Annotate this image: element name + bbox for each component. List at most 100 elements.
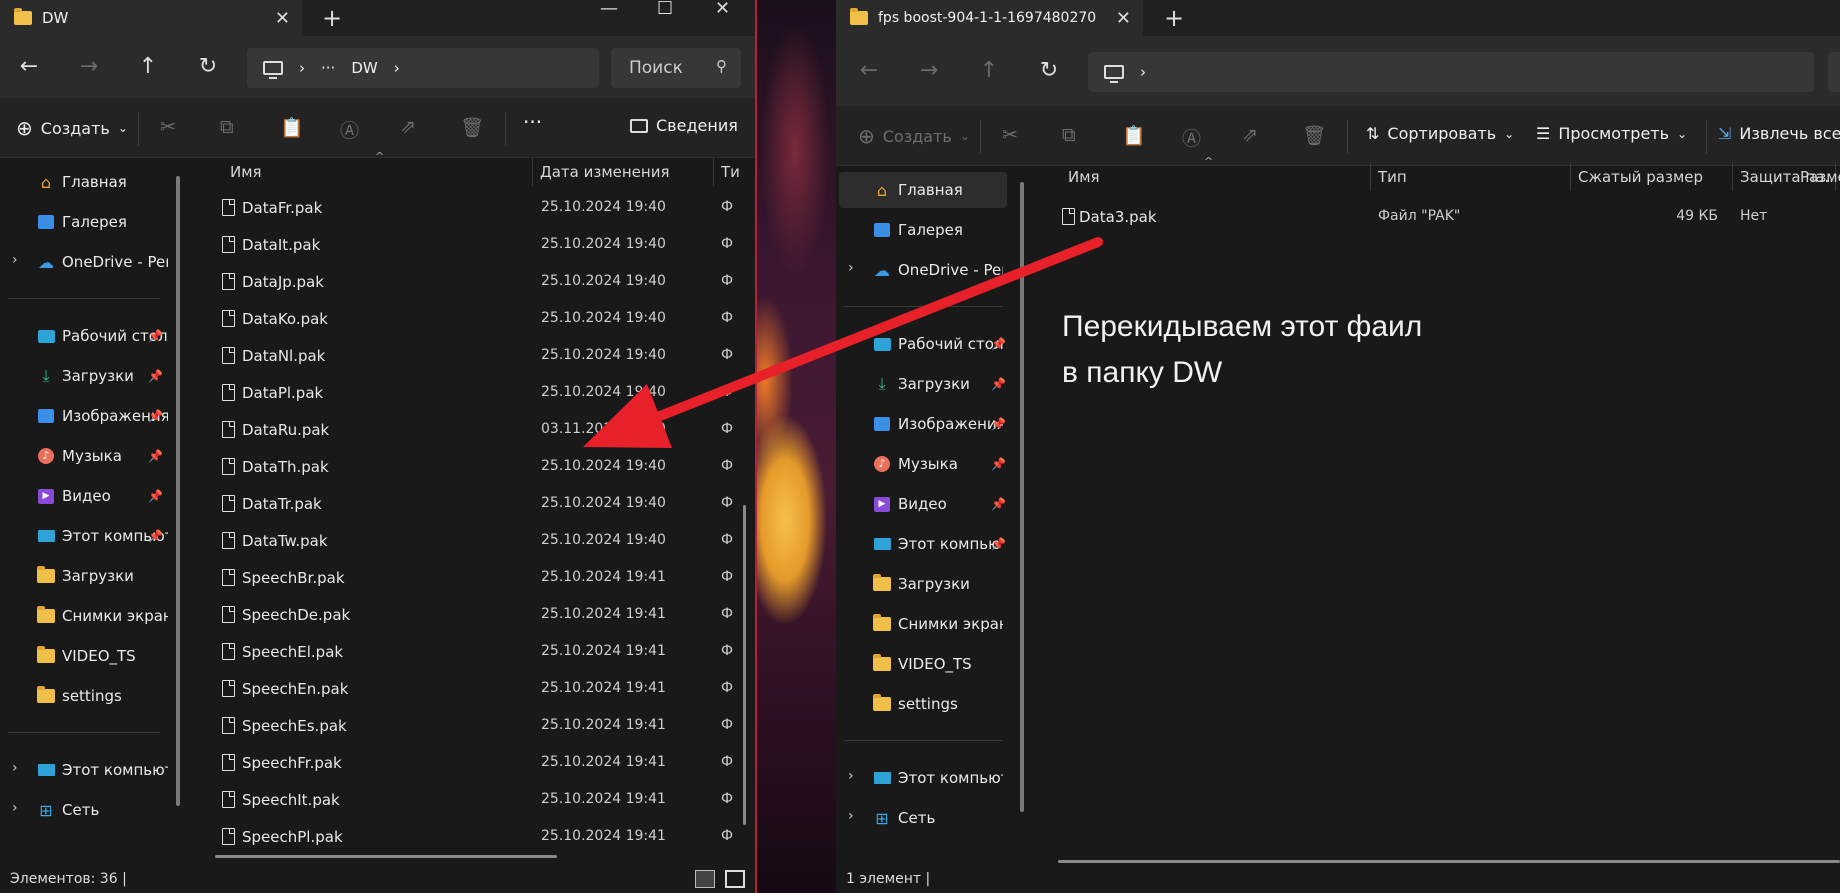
view-button[interactable]: ☰ Просмотреть ⌄ (1536, 124, 1687, 143)
nav-item[interactable]: settings (0, 678, 168, 714)
table-row[interactable]: SpeechIt.pak 25.10.2024 19:41 Ф (192, 782, 755, 819)
table-row[interactable]: DataRu.pak 03.11.2024 19:09 Ф (192, 412, 755, 449)
column-name[interactable]: Имя (1068, 159, 1328, 195)
expand-chevron-icon[interactable]: › (848, 260, 854, 276)
table-row[interactable]: DataPl.pak 25.10.2024 19:40 Ф (192, 375, 755, 412)
nav-item[interactable]: ▶ Видео (836, 486, 1011, 522)
cut-icon[interactable]: ✂ (1002, 124, 1018, 146)
copy-icon[interactable]: ⧉ (220, 116, 234, 138)
nav-item[interactable]: settings (836, 686, 1011, 722)
close-tab-icon[interactable]: ✕ (275, 8, 290, 29)
table-row[interactable]: DataJp.pak 25.10.2024 19:40 Ф (192, 264, 755, 301)
column-type[interactable]: Тип (1378, 159, 1558, 195)
refresh-button[interactable]: ↻ (193, 54, 223, 79)
create-button[interactable]: ⊕ Создать ⌄ (16, 116, 128, 140)
refresh-button[interactable]: ↻ (1034, 58, 1064, 83)
nav-item[interactable]: ▶ Видео (0, 478, 168, 514)
table-row[interactable]: SpeechFr.pak 25.10.2024 19:41 Ф (192, 745, 755, 782)
table-row[interactable]: SpeechEn.pak 25.10.2024 19:41 Ф (192, 671, 755, 708)
nav-item[interactable]: VIDEO_TS (836, 646, 1011, 682)
breadcrumb-folder[interactable]: DW (351, 59, 377, 77)
table-row[interactable]: SpeechDe.pak 25.10.2024 19:41 Ф (192, 597, 755, 634)
nav-item[interactable]: VIDEO_TS (0, 638, 168, 674)
expand-chevron-icon[interactable]: › (12, 252, 18, 268)
delete-icon[interactable]: 🗑 (1302, 124, 1326, 147)
nav-item[interactable]: ⤓ Загрузки (836, 366, 1011, 402)
forward-button[interactable]: → (74, 54, 104, 79)
delete-icon[interactable]: 🗑 (460, 116, 484, 139)
table-row[interactable]: SpeechEl.pak 25.10.2024 19:41 Ф (192, 634, 755, 671)
nav-item[interactable]: ☁ OneDrive - Personal (0, 244, 168, 280)
table-row[interactable]: DataNl.pak 25.10.2024 19:40 Ф (192, 338, 755, 375)
more-button[interactable]: ··· (523, 110, 542, 134)
search-input[interactable] (1828, 52, 1840, 92)
column-compressed-size[interactable]: Сжатый размер (1578, 159, 1728, 195)
nav-item[interactable]: Галерея (0, 204, 168, 240)
up-button[interactable]: ↑ (974, 58, 1004, 83)
nav-item[interactable]: Рабочий стол (0, 318, 168, 354)
table-row[interactable]: SpeechPl.pak 25.10.2024 19:41 Ф (192, 819, 755, 856)
nav-item[interactable]: ⊞ Сеть (836, 800, 1011, 836)
paste-icon[interactable]: 📋 (280, 116, 304, 139)
table-row[interactable]: SpeechBr.pak 25.10.2024 19:41 Ф (192, 560, 755, 597)
nav-item[interactable]: ♪ Музыка (0, 438, 168, 474)
table-row[interactable]: Data3.pak Файл "PAK" 49 КБ Нет (1032, 199, 1840, 236)
nav-item[interactable]: Изображения (836, 406, 1011, 442)
extract-all-button[interactable]: ⇲ Извлечь все (1718, 124, 1840, 143)
column-type[interactable]: Ти (721, 154, 751, 190)
maximize-button[interactable]: ☐ (657, 0, 673, 19)
nav-item[interactable]: ⊞ Сеть (0, 792, 168, 828)
nav-item[interactable]: Снимки экрана (0, 598, 168, 634)
table-row[interactable]: DataIt.pak 25.10.2024 19:40 Ф (192, 227, 755, 264)
address-bar[interactable]: › ··· DW › (247, 48, 599, 88)
nav-item[interactable]: ♪ Музыка (836, 446, 1011, 482)
new-tab-button[interactable]: + (322, 4, 342, 32)
nav-item[interactable]: Загрузки (0, 558, 168, 594)
address-bar[interactable]: › (1088, 52, 1814, 92)
tiles-view-icon[interactable] (725, 870, 745, 888)
rename-icon[interactable]: Ⓐ (1182, 124, 1201, 151)
tab-dw[interactable]: DW ✕ (0, 0, 302, 36)
cut-icon[interactable]: ✂ (160, 116, 176, 138)
column-size[interactable]: Разме (1800, 159, 1840, 195)
nav-item[interactable]: Загрузки (836, 566, 1011, 602)
table-row[interactable]: DataKo.pak 25.10.2024 19:40 Ф (192, 301, 755, 338)
minimize-button[interactable]: — (600, 0, 618, 19)
new-tab-button[interactable]: + (1164, 4, 1184, 32)
sort-button[interactable]: ⇅ Сортировать ⌄ (1366, 124, 1514, 143)
back-button[interactable]: ← (14, 54, 44, 79)
table-row[interactable]: SpeechEs.pak 25.10.2024 19:41 Ф (192, 708, 755, 745)
breadcrumb-ellipsis[interactable]: ··· (321, 59, 335, 77)
details-view-icon[interactable] (695, 870, 715, 888)
paste-icon[interactable]: 📋 (1122, 124, 1146, 147)
nav-item[interactable]: ⌂ Главная (0, 164, 168, 200)
nav-item[interactable]: Этот компьютер (836, 526, 1011, 562)
nav-item[interactable]: ⤓ Загрузки (0, 358, 168, 394)
column-separator[interactable] (1370, 163, 1371, 191)
up-button[interactable]: ↑ (133, 54, 163, 79)
close-tab-icon[interactable]: ✕ (1116, 8, 1131, 29)
nav-item[interactable]: Рабочий стол (836, 326, 1011, 362)
table-row[interactable]: DataFr.pak 25.10.2024 19:40 Ф (192, 190, 755, 227)
table-row[interactable]: DataTw.pak 25.10.2024 19:40 Ф (192, 523, 755, 560)
column-separator[interactable] (1732, 163, 1733, 191)
column-name[interactable]: Имя (230, 154, 490, 190)
details-button[interactable]: Сведения (630, 116, 738, 135)
nav-item[interactable]: Изображения (0, 398, 168, 434)
expand-chevron-icon[interactable]: › (848, 808, 854, 824)
rename-icon[interactable]: Ⓐ (340, 116, 359, 143)
expand-chevron-icon[interactable]: › (12, 760, 18, 776)
share-icon[interactable]: ⇗ (1242, 124, 1258, 146)
create-button[interactable]: ⊕ Создать ⌄ (858, 124, 970, 148)
nav-item[interactable]: ☁ OneDrive - Personal (836, 252, 1011, 288)
nav-item[interactable]: Этот компьютер (0, 518, 168, 554)
column-separator[interactable] (1570, 163, 1571, 191)
share-icon[interactable]: ⇗ (400, 116, 416, 138)
file-list-scrollbar[interactable] (743, 505, 746, 825)
expand-chevron-icon[interactable]: › (12, 800, 18, 816)
nav-item[interactable]: Этот компьютер (836, 760, 1011, 796)
expand-chevron-icon[interactable]: › (848, 768, 854, 784)
nav-scrollbar[interactable] (1020, 182, 1024, 812)
nav-item[interactable]: Галерея (836, 212, 1011, 248)
tab-archive[interactable]: fps boost-904-1-1-1697480270 ✕ (836, 0, 1143, 36)
